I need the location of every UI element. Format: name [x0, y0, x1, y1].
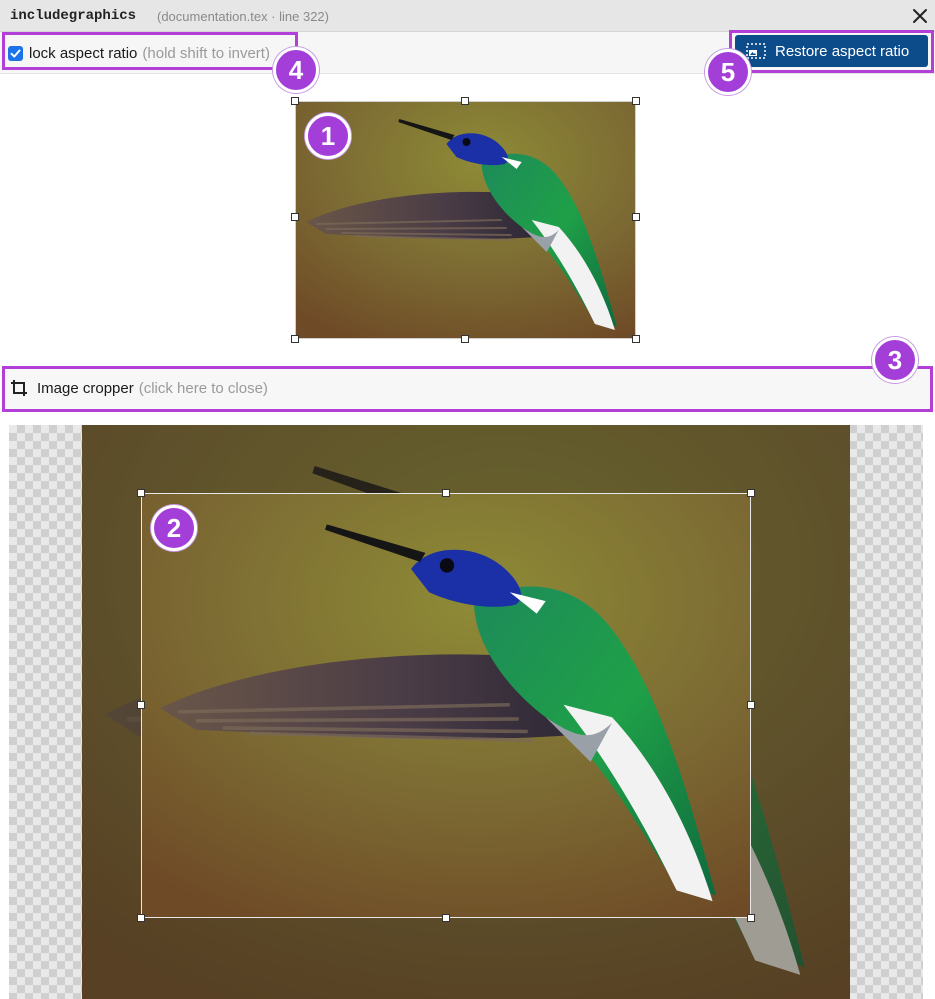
- lock-aspect-ratio-toggle[interactable]: lock aspect ratio (hold shift to invert): [8, 44, 270, 62]
- crop-handle-nw[interactable]: [137, 489, 145, 497]
- crop-handle-se[interactable]: [747, 914, 755, 922]
- crop-handle-n[interactable]: [442, 489, 450, 497]
- crop-selection[interactable]: [141, 493, 751, 918]
- restore-aspect-icon: [746, 43, 766, 59]
- preview-resize-handle-w[interactable]: [291, 213, 299, 221]
- hummingbird-cropped-image: [142, 494, 750, 917]
- close-icon[interactable]: [909, 5, 931, 27]
- crop-icon: [11, 380, 27, 396]
- preview-resize-handle-s[interactable]: [461, 335, 469, 343]
- command-name: includegraphics: [10, 8, 137, 24]
- restore-aspect-ratio-button[interactable]: Restore aspect ratio: [735, 35, 928, 67]
- checkmark-icon: [10, 49, 21, 57]
- lock-aspect-hint: (hold shift to invert): [142, 44, 270, 62]
- crop-handle-e[interactable]: [747, 701, 755, 709]
- lock-aspect-checkbox[interactable]: [8, 45, 23, 61]
- image-cropper-title: Image cropper: [37, 380, 134, 397]
- file-location: (documentation.tex · line 322): [157, 9, 329, 24]
- annotation-badge-3: 3: [872, 337, 918, 383]
- preview-resize-handle-nw[interactable]: [291, 97, 299, 105]
- annotation-badge-1: 1: [305, 113, 351, 159]
- preview-resize-handle-n[interactable]: [461, 97, 469, 105]
- crop-handle-ne[interactable]: [747, 489, 755, 497]
- restore-aspect-label: Restore aspect ratio: [775, 42, 910, 60]
- image-cropper-hint: (click here to close): [138, 380, 268, 397]
- annotation-badge-5: 5: [705, 49, 751, 95]
- preview-resize-handle-se[interactable]: [632, 335, 640, 343]
- lock-aspect-label: lock aspect ratio: [29, 44, 138, 62]
- annotation-badge-2: 2: [151, 505, 197, 551]
- preview-resize-handle-sw[interactable]: [291, 335, 299, 343]
- preview-resize-handle-e[interactable]: [632, 213, 640, 221]
- crop-handle-s[interactable]: [442, 914, 450, 922]
- image-cropper-label: Image cropper (click here to close): [37, 380, 268, 397]
- crop-handle-sw[interactable]: [137, 914, 145, 922]
- annotation-badge-4: 4: [273, 47, 319, 93]
- preview-resize-handle-ne[interactable]: [632, 97, 640, 105]
- title-bar: [0, 0, 935, 32]
- crop-handle-w[interactable]: [137, 701, 145, 709]
